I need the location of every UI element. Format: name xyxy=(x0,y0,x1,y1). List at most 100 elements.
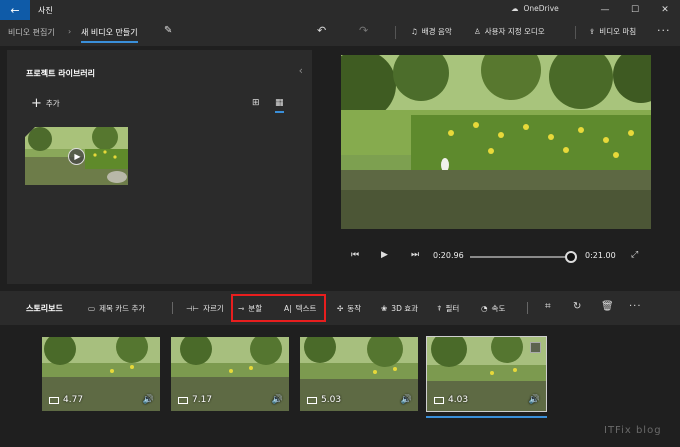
title-card-label: 제목 카드 추가 xyxy=(99,304,146,313)
filter-label: 필터 xyxy=(445,304,460,313)
next-frame-icon[interactable]: ⏭ xyxy=(411,250,419,260)
finish-video-label: 비디오 마침 xyxy=(599,27,637,36)
library-title: 프로젝트 라이브러리 xyxy=(26,69,96,78)
filter-button[interactable]: ⍒ 필터 xyxy=(437,303,459,314)
previous-frame-icon[interactable]: ⏮ xyxy=(351,250,359,260)
pond-scene-image xyxy=(341,55,651,229)
maximize-icon: ☐ xyxy=(630,5,640,15)
fullscreen-icon[interactable]: ⤢ xyxy=(631,250,638,260)
play-icon[interactable]: ▶ xyxy=(381,250,388,260)
volume-icon[interactable]: 🔊 xyxy=(143,395,154,405)
trim-button[interactable]: ⊣⊢ 자르기 xyxy=(186,303,224,314)
storyboard-divider xyxy=(172,302,173,314)
clip-duration-label: 4.03 xyxy=(448,395,469,405)
storyboard-clip-selected[interactable]: 4.03 🔊 xyxy=(426,336,547,412)
back-button[interactable]: ← xyxy=(0,0,30,20)
library-media-thumbnail[interactable]: ▶ xyxy=(25,127,128,185)
speed-icon: ◔ xyxy=(481,304,488,313)
add-media-button[interactable]: + 추가 xyxy=(31,95,60,111)
onedrive-label: OneDrive xyxy=(523,4,559,13)
export-icon: ⇪ xyxy=(589,27,596,36)
toolbar-divider xyxy=(395,26,396,39)
toolbar-divider xyxy=(575,26,576,39)
clip-duration: 4.03 xyxy=(434,395,468,405)
seek-bar[interactable] xyxy=(470,256,573,258)
motion-button[interactable]: ✣ 동작 xyxy=(337,303,361,314)
breadcrumb-parent[interactable]: 비디오 편집기 xyxy=(8,27,55,38)
clip-icon xyxy=(49,396,59,404)
3d-effects-label: 3D 효과 xyxy=(391,304,419,313)
background-music-label: 배경 음악 xyxy=(421,27,452,36)
storyboard-toolbar: 스토리보드 ▭ 제목 카드 추가 ⊣⊢ 자르기 ⊸ 분할 A| 텍스트 ✣ 동작… xyxy=(0,291,680,325)
total-time: 0:21.00 xyxy=(585,251,616,260)
plus-icon: + xyxy=(31,95,42,111)
clip-duration-label: 5.03 xyxy=(321,395,342,405)
onedrive-status[interactable]: ☁ OneDrive xyxy=(511,4,559,13)
rotate-icon[interactable]: ↻ xyxy=(573,301,581,312)
more-options-icon[interactable]: ··· xyxy=(629,301,642,312)
custom-audio-label: 사용자 지정 오디오 xyxy=(484,27,545,36)
pencil-icon[interactable]: ✎ xyxy=(164,25,172,36)
3d-effects-button[interactable]: ❀ 3D 효과 xyxy=(381,303,418,314)
title-card-icon: ▭ xyxy=(88,304,96,313)
clip-duration: 7.17 xyxy=(178,395,212,405)
selected-clip-indicator xyxy=(426,416,547,418)
project-library-panel: 프로젝트 라이브러리 ‹ + 추가 ⊞ ▦ ▶ xyxy=(7,50,312,284)
highlight-box xyxy=(231,294,326,322)
player-controls: ⏮ ▶ ⏭ 0:20.96 0:21.00 ⤢ xyxy=(341,250,651,264)
storyboard-area: 4.77 🔊 7.17 🔊 5.03 🔊 4.03 🔊 ITFix blog xyxy=(0,325,680,447)
trim-icon: ⊣⊢ xyxy=(186,304,200,313)
finish-video-button[interactable]: ⇪ 비디오 마침 xyxy=(589,26,636,37)
close-button[interactable]: ✕ xyxy=(650,0,680,20)
video-preview[interactable] xyxy=(341,55,651,229)
storyboard-clip[interactable]: 5.03 🔊 xyxy=(300,337,418,411)
add-label: 추가 xyxy=(45,99,60,108)
title-bar: ← 사진 xyxy=(0,0,680,20)
redo-icon[interactable]: ↷ xyxy=(359,24,368,37)
chevron-left-icon[interactable]: ‹ xyxy=(299,64,303,77)
app-title: 사진 xyxy=(38,5,53,15)
speed-button[interactable]: ◔ 속도 xyxy=(481,303,505,314)
minimize-button[interactable]: — xyxy=(590,0,620,20)
clip-icon xyxy=(178,396,188,404)
grid-view-large-icon[interactable]: ▦ xyxy=(275,98,284,113)
add-title-card-button[interactable]: ▭ 제목 카드 추가 xyxy=(88,303,145,314)
storyboard-clip[interactable]: 4.77 🔊 xyxy=(42,337,160,411)
speed-label: 속도 xyxy=(491,304,506,313)
breadcrumb-current[interactable]: 새 비디오 만들기 xyxy=(81,27,138,43)
storyboard-title: 스토리보드 xyxy=(26,304,63,313)
watermark-text: ITFix blog xyxy=(604,425,662,436)
volume-icon[interactable]: 🔊 xyxy=(272,395,283,405)
filter-icon: ⍒ xyxy=(437,303,442,313)
motion-icon: ✣ xyxy=(337,304,344,313)
play-icon[interactable]: ▶ xyxy=(68,148,85,165)
storyboard-clip[interactable]: 7.17 🔊 xyxy=(171,337,289,411)
crop-icon[interactable]: ⌗ xyxy=(545,301,551,312)
person-audio-icon: ♙ xyxy=(474,27,481,36)
volume-icon[interactable]: 🔊 xyxy=(401,395,412,405)
motion-label: 동작 xyxy=(347,304,362,313)
thumbnail-corner-marker xyxy=(25,127,35,137)
trim-label: 자르기 xyxy=(203,304,224,313)
current-time: 0:20.96 xyxy=(433,251,464,260)
chevron-right-icon: › xyxy=(68,27,72,36)
delete-icon[interactable]: 🗑 xyxy=(601,301,614,312)
clip-select-checkbox[interactable] xyxy=(530,342,541,353)
maximize-button[interactable]: ☐ xyxy=(620,0,650,20)
background-music-button[interactable]: ♫ 배경 음악 xyxy=(411,26,452,37)
clip-duration-label: 7.17 xyxy=(192,395,213,405)
seek-bar-thumb[interactable] xyxy=(565,251,577,263)
grid-view-small-icon[interactable]: ⊞ xyxy=(252,98,260,108)
minimize-icon: — xyxy=(600,5,610,15)
undo-icon[interactable]: ↶ xyxy=(317,24,326,37)
more-options-icon[interactable]: ··· xyxy=(657,24,671,37)
music-note-icon: ♫ xyxy=(411,27,418,36)
clip-duration-label: 4.77 xyxy=(63,395,84,405)
close-icon: ✕ xyxy=(661,5,669,15)
clip-duration: 4.77 xyxy=(49,395,83,405)
clip-icon xyxy=(307,396,317,404)
custom-audio-button[interactable]: ♙ 사용자 지정 오디오 xyxy=(474,26,545,37)
clip-duration: 5.03 xyxy=(307,395,341,405)
volume-icon[interactable]: 🔊 xyxy=(529,395,540,405)
3d-effects-icon: ❀ xyxy=(381,304,388,313)
